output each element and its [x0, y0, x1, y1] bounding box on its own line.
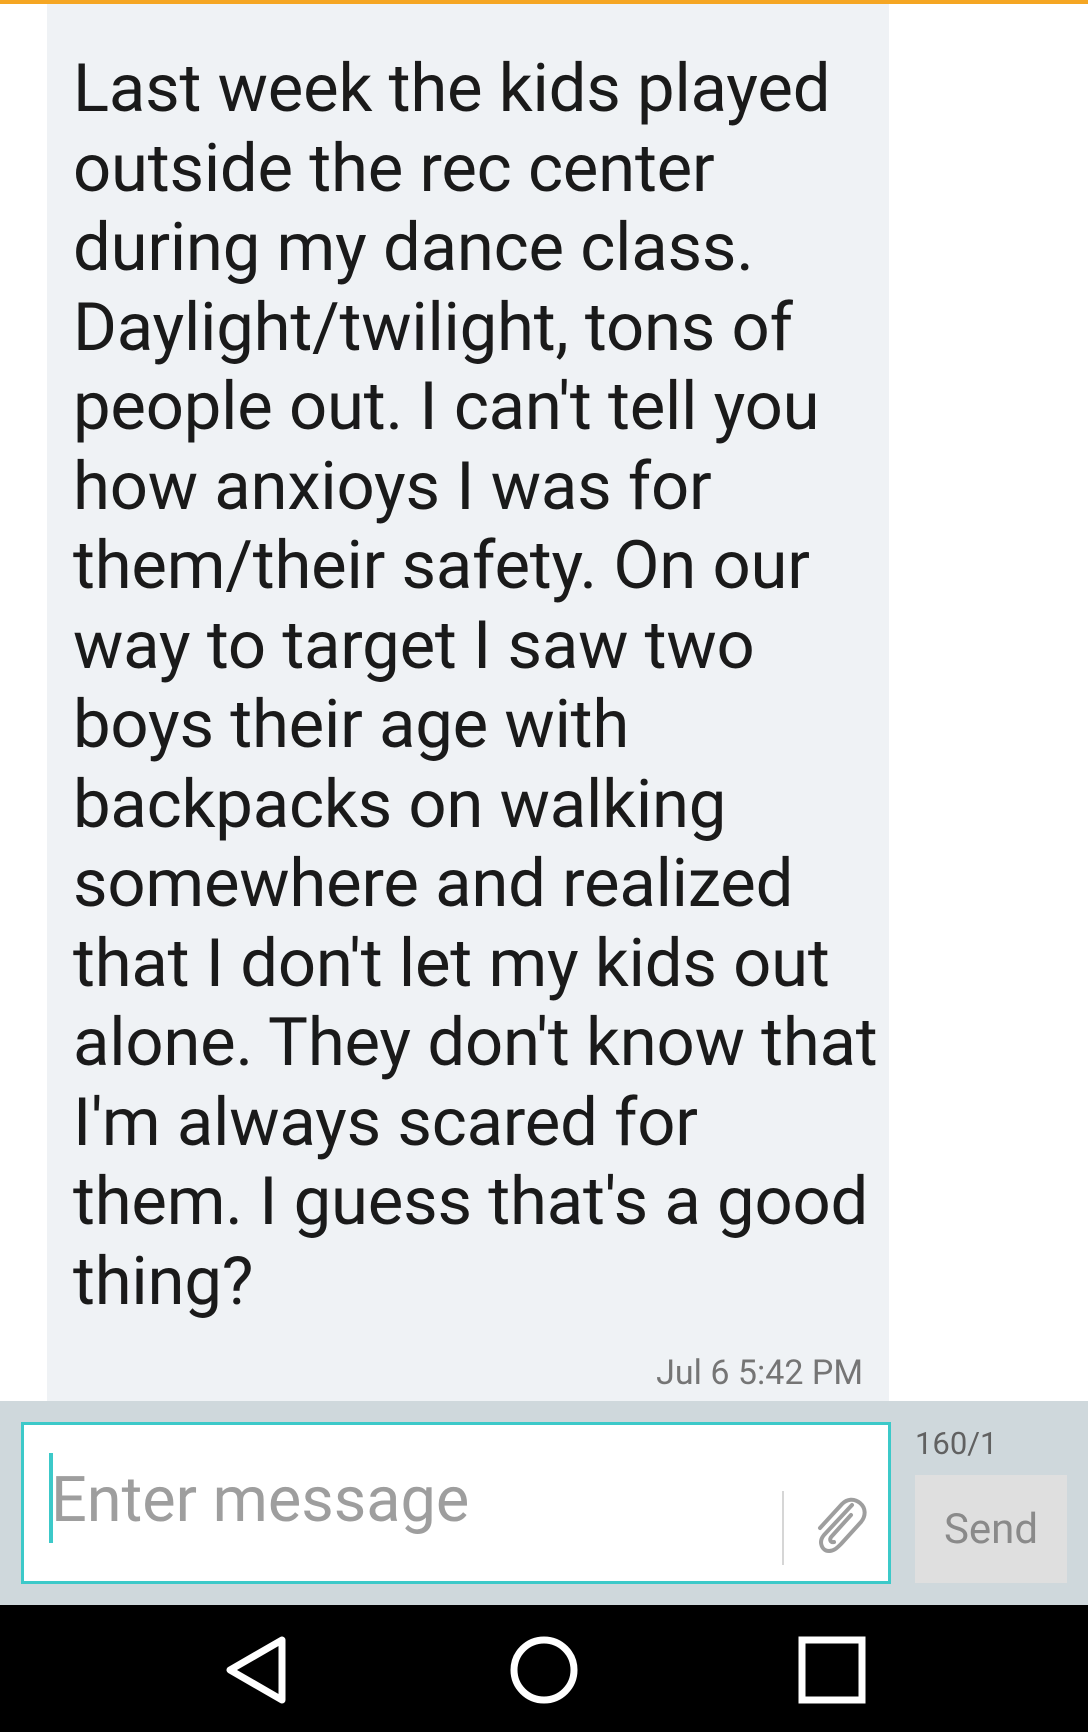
back-triangle-icon — [226, 1636, 286, 1704]
character-counter: 160/1 — [915, 1425, 998, 1462]
attach-button[interactable] — [802, 1485, 876, 1565]
attach-divider — [782, 1491, 784, 1565]
message-thread[interactable]: Last week the kids played outside the re… — [0, 4, 1088, 1401]
send-button[interactable]: Send — [915, 1475, 1067, 1583]
recents-square-icon — [798, 1636, 866, 1704]
message-composer: 160/1 Send — [0, 1401, 1088, 1605]
nav-back-button[interactable] — [212, 1627, 302, 1713]
message-timestamp: Jul 6 5:42 PM — [656, 1353, 863, 1393]
message-text: Last week the kids played outside the re… — [73, 50, 894, 1321]
message-input[interactable] — [51, 1455, 771, 1545]
paperclip-icon — [818, 1497, 867, 1553]
nav-home-button[interactable] — [499, 1627, 589, 1713]
home-circle-icon — [510, 1636, 578, 1704]
system-navigation-bar — [0, 1605, 1088, 1732]
message-bubble[interactable]: Last week the kids played outside the re… — [47, 4, 889, 1401]
nav-recents-button[interactable] — [787, 1627, 877, 1713]
message-input-box[interactable] — [21, 1422, 891, 1584]
